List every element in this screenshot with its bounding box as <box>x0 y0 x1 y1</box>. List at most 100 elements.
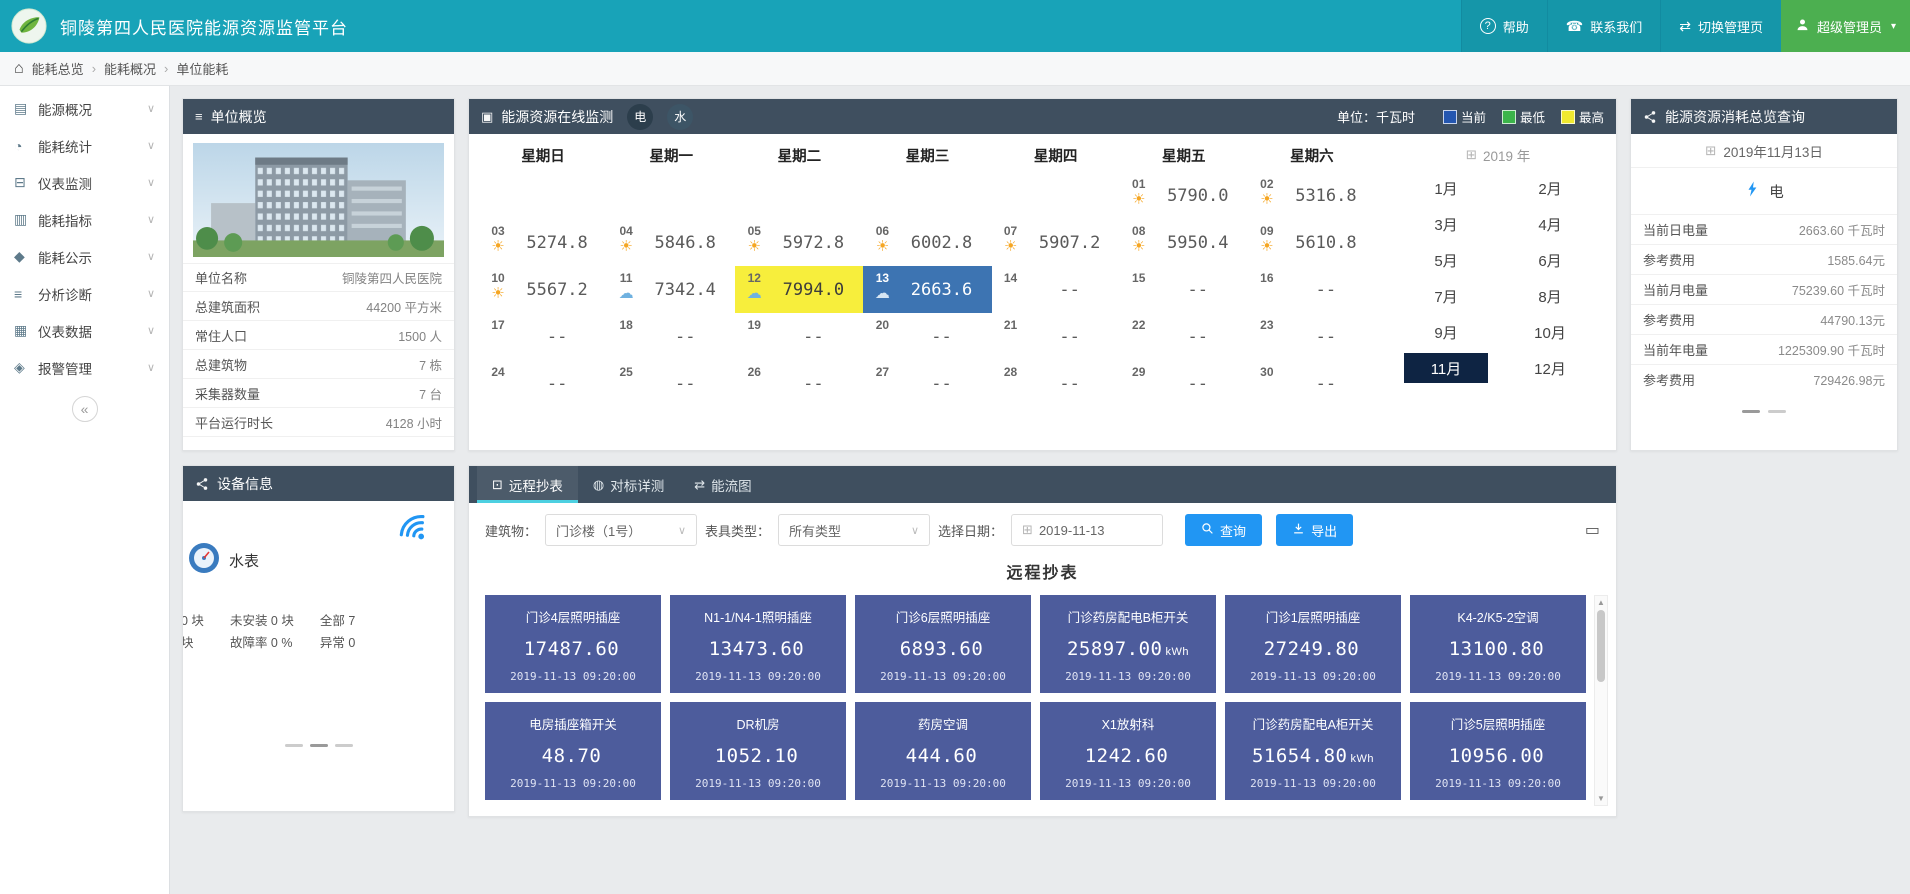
calendar-day-cell[interactable]: 25 -- <box>607 360 735 407</box>
calendar-day-cell[interactable] <box>479 172 607 219</box>
calendar-day-cell[interactable] <box>607 172 735 219</box>
calendar-day-cell[interactable]: 26 -- <box>735 360 863 407</box>
date-input[interactable]: ⊞ 2019-11-13 <box>1011 514 1163 546</box>
calendar-day-cell[interactable] <box>735 172 863 219</box>
calendar-day-cell[interactable]: 14 -- <box>992 266 1120 313</box>
calendar-day-cell[interactable]: 02 ☀ 5316.8 <box>1248 172 1376 219</box>
meter-panel-tab[interactable]: ⊡ 远程抄表 <box>477 466 578 503</box>
meter-panel-tab[interactable]: ⇄ 能流图 <box>679 466 766 503</box>
sidebar-collapse-button[interactable]: « <box>72 396 98 422</box>
scrollbar-thumb[interactable] <box>1597 610 1605 682</box>
carousel-dash[interactable] <box>1742 410 1760 413</box>
sidebar-item[interactable]: ≡ 分析诊断 ∨ <box>0 275 169 312</box>
scroll-down-icon[interactable]: ▼ <box>1595 794 1607 803</box>
month-cell[interactable]: 8月 <box>1508 281 1592 311</box>
calendar-day-cell[interactable]: 24 -- <box>479 360 607 407</box>
calendar-day-cell[interactable]: 21 -- <box>992 313 1120 360</box>
meter-card[interactable]: 门诊5层照明插座 10956.00 2019-11-13 09:20:00 <box>1410 702 1586 800</box>
admin-menu-button[interactable]: 超级管理员 ▾ <box>1781 0 1910 52</box>
meter-card[interactable]: N1-1/N4-1照明插座 13473.60 2019-11-13 09:20:… <box>670 595 846 693</box>
meter-card[interactable]: 药房空调 444.60 2019-11-13 09:20:00 <box>855 702 1031 800</box>
calendar-day-cell[interactable]: 04 ☀ 5846.8 <box>607 219 735 266</box>
search-button[interactable]: 查询 <box>1185 514 1262 546</box>
breadcrumb-item-profile[interactable]: 能耗概况 <box>104 59 156 78</box>
meter-card[interactable]: 门诊6层照明插座 6893.60 2019-11-13 09:20:00 <box>855 595 1031 693</box>
year-selector[interactable]: ⊞ 2019 年 <box>1394 140 1602 170</box>
sidebar-item[interactable]: ◔ 能耗统计 ∨ <box>0 127 169 164</box>
building-select[interactable]: 门诊楼（1号） ∨ <box>545 514 697 546</box>
calendar-day-cell[interactable]: 05 ☀ 5972.8 <box>735 219 863 266</box>
meter-card[interactable]: 门诊药房配电A柜开关 51654.80kWh 2019-11-13 09:20:… <box>1225 702 1401 800</box>
calendar-day-cell[interactable]: 16 -- <box>1248 266 1376 313</box>
meter-card[interactable]: 门诊4层照明插座 17487.60 2019-11-13 09:20:00 <box>485 595 661 693</box>
electricity-toggle-button[interactable]: 电 <box>627 104 653 130</box>
calendar-day-cell[interactable]: 29 -- <box>1120 360 1248 407</box>
calendar-day-cell[interactable]: 27 -- <box>863 360 991 407</box>
meter-type-select[interactable]: 所有类型 ∨ <box>778 514 930 546</box>
calendar-day-cell[interactable]: 20 -- <box>863 313 991 360</box>
scroll-up-icon[interactable]: ▲ <box>1595 598 1607 607</box>
month-cell[interactable]: 12月 <box>1508 353 1592 383</box>
meter-card[interactable]: X1放射科 1242.60 2019-11-13 09:20:00 <box>1040 702 1216 800</box>
carousel-dash[interactable] <box>285 744 303 747</box>
calendar-day-cell[interactable]: 30 -- <box>1248 360 1376 407</box>
calendar-day-cell[interactable]: 01 ☀ 5790.0 <box>1120 172 1248 219</box>
calendar-day-cell[interactable]: 17 -- <box>479 313 607 360</box>
meter-card[interactable]: 门诊药房配电B柜开关 25897.00kWh 2019-11-13 09:20:… <box>1040 595 1216 693</box>
carousel-dash[interactable] <box>335 744 353 747</box>
carousel-dash[interactable] <box>1768 410 1786 413</box>
meter-card[interactable]: 电房插座箱开关 48.70 2019-11-13 09:20:00 <box>485 702 661 800</box>
export-button[interactable]: 导出 <box>1276 514 1353 546</box>
calendar-day-cell[interactable]: 19 -- <box>735 313 863 360</box>
carousel-indicator[interactable] <box>1742 410 1786 413</box>
card-view-toggle-icon[interactable]: ▭ <box>1585 520 1600 540</box>
calendar-day-cell[interactable]: 11 ☁ 7342.4 <box>607 266 735 313</box>
carousel-indicator[interactable] <box>285 744 353 747</box>
calendar-day-cell[interactable]: 13 ☁ 2663.6 <box>863 266 991 313</box>
calendar-day-cell[interactable]: 22 -- <box>1120 313 1248 360</box>
month-cell[interactable]: 11月 <box>1404 353 1488 383</box>
meter-card[interactable]: K4-2/K5-2空调 13100.80 2019-11-13 09:20:00 <box>1410 595 1586 693</box>
meter-card[interactable]: DR机房 1052.10 2019-11-13 09:20:00 <box>670 702 846 800</box>
month-cell[interactable]: 2月 <box>1508 173 1592 203</box>
sidebar-item[interactable]: ◆ 能耗公示 ∨ <box>0 238 169 275</box>
calendar-day-cell[interactable] <box>863 172 991 219</box>
cards-scrollbar[interactable]: ▲ ▼ <box>1594 595 1608 806</box>
query-date[interactable]: ⊞ 2019年11月13日 <box>1631 134 1897 168</box>
month-cell[interactable]: 4月 <box>1508 209 1592 239</box>
calendar-day-cell[interactable]: 03 ☀ 5274.8 <box>479 219 607 266</box>
calendar-day-cell[interactable]: 23 -- <box>1248 313 1376 360</box>
calendar-day-cell[interactable]: 28 -- <box>992 360 1120 407</box>
home-icon[interactable]: ⌂ <box>14 60 24 78</box>
sidebar-item[interactable]: ⊟ 仪表监测 ∨ <box>0 164 169 201</box>
meter-panel-tab[interactable]: ◍ 对标详测 <box>578 466 679 503</box>
calendar-day-cell[interactable]: 18 -- <box>607 313 735 360</box>
sidebar-item[interactable]: ▦ 仪表数据 ∨ <box>0 312 169 349</box>
month-cell[interactable]: 9月 <box>1404 317 1488 347</box>
calendar-day-cell[interactable]: 07 ☀ 5907.2 <box>992 219 1120 266</box>
sidebar-item[interactable]: ◈ 报警管理 ∨ <box>0 349 169 386</box>
month-cell[interactable]: 6月 <box>1508 245 1592 275</box>
calendar-day-cell[interactable] <box>992 172 1120 219</box>
meter-card-timestamp: 2019-11-13 09:20:00 <box>1044 777 1212 790</box>
carousel-dash[interactable] <box>310 744 328 747</box>
month-cell[interactable]: 1月 <box>1404 173 1488 203</box>
month-cell[interactable]: 5月 <box>1404 245 1488 275</box>
month-cell[interactable]: 10月 <box>1508 317 1592 347</box>
calendar-day-cell[interactable]: 15 -- <box>1120 266 1248 313</box>
calendar-day-cell[interactable]: 10 ☀ 5567.2 <box>479 266 607 313</box>
sidebar-item[interactable]: ▥ 能耗指标 ∨ <box>0 201 169 238</box>
water-toggle-button[interactable]: 水 <box>667 104 693 130</box>
calendar-day-cell[interactable]: 06 ☀ 6002.8 <box>863 219 991 266</box>
meter-card[interactable]: 门诊1层照明插座 27249.80 2019-11-13 09:20:00 <box>1225 595 1401 693</box>
contact-button[interactable]: ☎ 联系我们 <box>1547 0 1660 52</box>
calendar-day-cell[interactable]: 12 ☁ 7994.0 <box>735 266 863 313</box>
help-button[interactable]: ? 帮助 <box>1461 0 1547 52</box>
breadcrumb-item-overview[interactable]: 能耗总览 <box>32 59 84 78</box>
calendar-day-cell[interactable]: 08 ☀ 5950.4 <box>1120 219 1248 266</box>
sidebar-item[interactable]: ▤ 能源概况 ∨ <box>0 90 169 127</box>
month-cell[interactable]: 7月 <box>1404 281 1488 311</box>
calendar-day-cell[interactable]: 09 ☀ 5610.8 <box>1248 219 1376 266</box>
month-cell[interactable]: 3月 <box>1404 209 1488 239</box>
switch-admin-page-button[interactable]: ⇄ 切换管理页 <box>1660 0 1781 52</box>
